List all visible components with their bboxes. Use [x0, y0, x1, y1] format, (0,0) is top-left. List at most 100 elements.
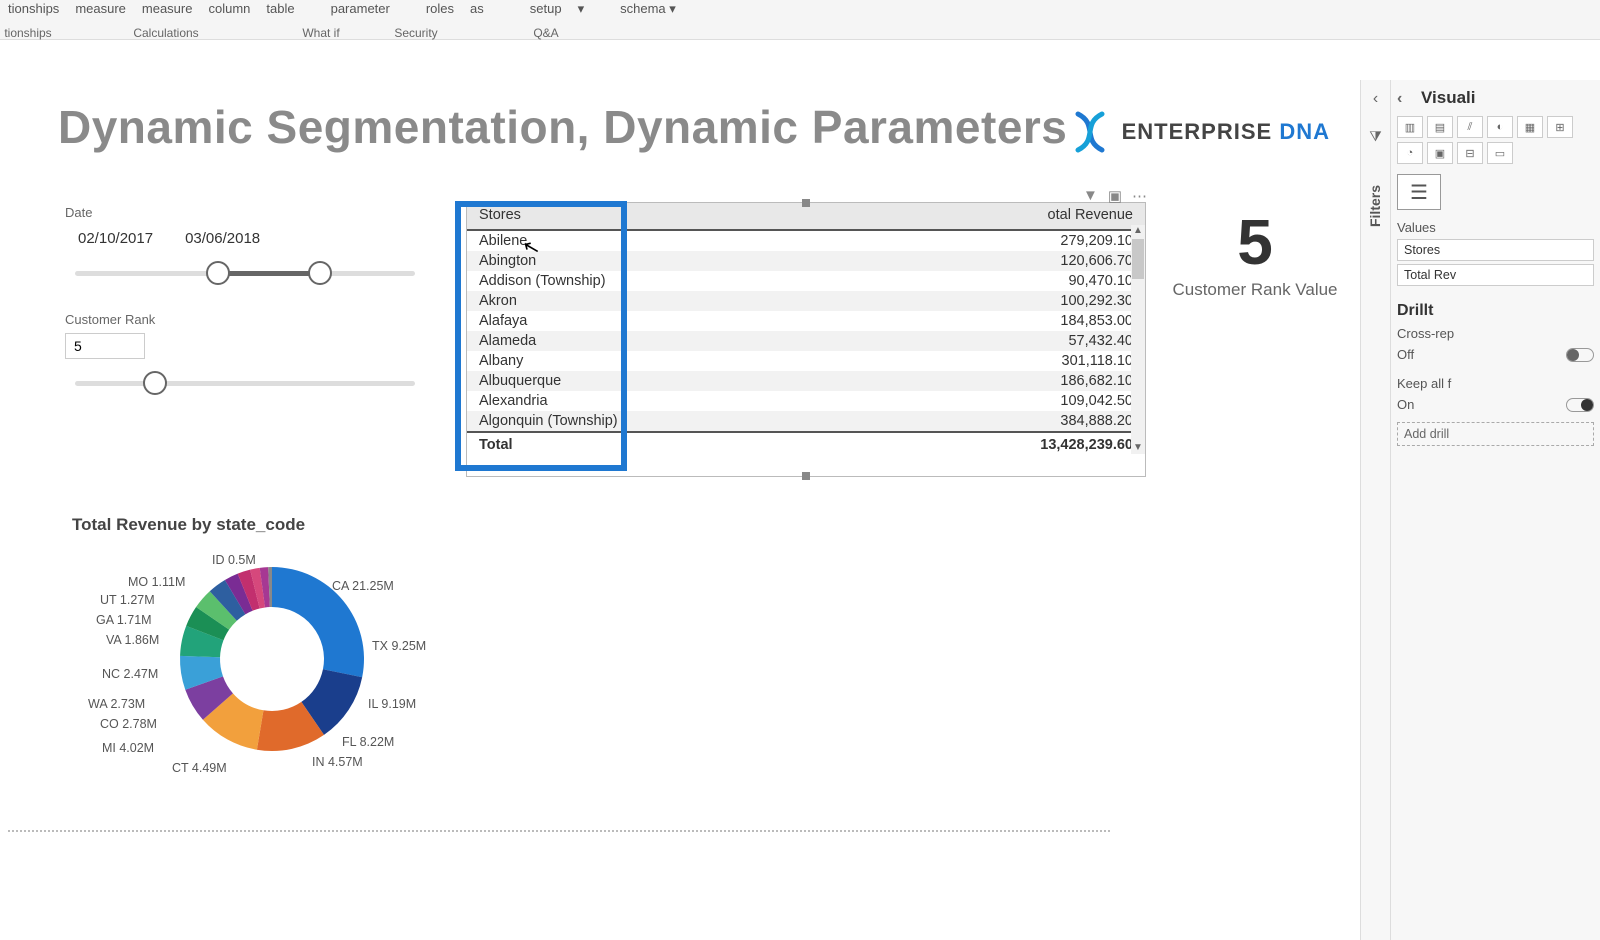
table-cell-store: Albuquerque: [467, 371, 862, 391]
ribbon-item[interactable]: setup: [522, 0, 570, 16]
toggle-off-label: Off: [1397, 347, 1414, 362]
table-cell-revenue: 184,853.00: [862, 311, 1145, 331]
drillthrough-title: Drillt: [1397, 302, 1594, 320]
viz-type-icon[interactable]: ◐: [1487, 116, 1513, 138]
table-header-stores[interactable]: Stores: [467, 203, 862, 230]
focus-mode-icon[interactable]: ▣: [1108, 187, 1122, 205]
ribbon-item[interactable]: measure: [134, 0, 201, 16]
add-drillthrough-well[interactable]: Add drill: [1397, 422, 1594, 446]
table-row[interactable]: Alameda57,432.40: [467, 331, 1145, 351]
right-panels: ‹ ⧩ Filters ‹ Visuali ▥ ▤ ⫽ ◐ ▦ ⊞ ◔ ▣ ⊟ …: [1360, 80, 1600, 940]
table-row[interactable]: Alafaya184,853.00: [467, 311, 1145, 331]
ribbon-item[interactable]: tionships: [0, 0, 67, 16]
visualizations-title: ‹ Visuali: [1397, 88, 1594, 108]
donut-visual[interactable]: Total Revenue by state_code CA 21.25M TX…: [72, 515, 412, 789]
scroll-thumb[interactable]: [1132, 239, 1144, 279]
visualizations-pane: ‹ Visuali ▥ ▤ ⫽ ◐ ▦ ⊞ ◔ ▣ ⊟ ▭ ☰ Values S…: [1391, 80, 1600, 940]
chevron-left-icon[interactable]: ‹: [1397, 90, 1402, 108]
table-cell-revenue: 109,042.50: [862, 391, 1145, 411]
viz-type-icon[interactable]: ▦: [1517, 116, 1543, 138]
date-slicer[interactable]: Date 02/10/2017 03/06/2018: [65, 205, 425, 276]
field-well-item[interactable]: Stores: [1397, 239, 1594, 261]
resize-handle[interactable]: [802, 472, 810, 480]
date-end[interactable]: 03/06/2018: [178, 226, 267, 251]
ribbon-item[interactable]: table: [258, 0, 302, 16]
ribbon-item[interactable]: column: [200, 0, 258, 16]
page-title: Dynamic Segmentation, Dynamic Parameters: [58, 100, 1067, 154]
report-canvas[interactable]: Dynamic Segmentation, Dynamic Parameters…: [0, 40, 1360, 900]
more-options-icon[interactable]: ⋯: [1132, 187, 1147, 205]
viz-type-icon[interactable]: ⊟: [1457, 142, 1483, 164]
rank-slicer[interactable]: Customer Rank 5: [65, 312, 425, 386]
field-well-item[interactable]: Total Rev: [1397, 264, 1594, 286]
brand-logo: ENTERPRISE DNA: [1068, 110, 1330, 154]
page-boundary: [8, 830, 1110, 832]
table-cell-revenue: 279,209.10: [862, 230, 1145, 251]
viz-type-icon[interactable]: ▭: [1487, 142, 1513, 164]
table-scrollbar[interactable]: ▲ ▼: [1131, 225, 1145, 454]
viz-type-icon[interactable]: ⫽: [1457, 116, 1483, 138]
donut-slice-label: IL 9.19M: [368, 697, 416, 711]
table-visual[interactable]: ▼ ▣ ⋯ Stores otal Revenue Abilene279,209…: [466, 202, 1146, 477]
rank-slider-track[interactable]: [75, 381, 415, 386]
table-cell-revenue: 57,432.40: [862, 331, 1145, 351]
donut-slice-label: CO 2.78M: [100, 717, 157, 731]
donut-slice-label: ID 0.5M: [212, 553, 256, 567]
table-header-revenue[interactable]: otal Revenue: [862, 203, 1145, 230]
table-cell-store: Alexandria: [467, 391, 862, 411]
table-row[interactable]: Albuquerque186,682.10: [467, 371, 1145, 391]
resize-handle[interactable]: [802, 199, 810, 207]
card-visual[interactable]: 5 Customer Rank Value: [1165, 210, 1345, 300]
table-cell-store: Alafaya: [467, 311, 862, 331]
filters-pane-collapsed[interactable]: ‹ ⧩ Filters: [1361, 80, 1391, 940]
table-cell-store: Akron: [467, 291, 862, 311]
viz-type-icon[interactable]: ▣: [1427, 142, 1453, 164]
table-row[interactable]: Alexandria109,042.50: [467, 391, 1145, 411]
cross-report-toggle[interactable]: [1566, 348, 1594, 362]
table-total-label: Total: [467, 432, 862, 455]
keep-filters-toggle[interactable]: [1566, 398, 1594, 412]
donut-slice-label: MO 1.11M: [128, 575, 185, 589]
table-row[interactable]: Abington120,606.70: [467, 251, 1145, 271]
donut-slice-label: WA 2.73M: [88, 697, 145, 711]
table-cell-store: Abilene: [467, 230, 862, 251]
chevron-left-icon[interactable]: ‹: [1361, 80, 1390, 118]
viz-type-icon[interactable]: ▥: [1397, 116, 1423, 138]
date-slider-handle-start[interactable]: [206, 261, 230, 285]
viz-type-icon[interactable]: ▤: [1427, 116, 1453, 138]
rank-slider-handle[interactable]: [143, 371, 167, 395]
table-cell-store: Abington: [467, 251, 862, 271]
scroll-up-icon[interactable]: ▲: [1133, 225, 1143, 237]
viz-type-icon[interactable]: ◔: [1397, 142, 1423, 164]
ribbon-item[interactable]: measure: [67, 0, 134, 16]
toggle-on-label: On: [1397, 397, 1414, 412]
date-slider-handle-end[interactable]: [308, 261, 332, 285]
table-cell-revenue: 186,682.10: [862, 371, 1145, 391]
donut-slice-label: VA 1.86M: [106, 633, 159, 647]
table-row[interactable]: Albany301,118.10: [467, 351, 1145, 371]
rank-input[interactable]: 5: [65, 333, 145, 359]
date-slider-track[interactable]: [75, 271, 415, 276]
fields-tab-icon[interactable]: ☰: [1397, 174, 1441, 210]
table-row[interactable]: Addison (Township)90,470.10: [467, 271, 1145, 291]
date-start[interactable]: 02/10/2017: [71, 226, 160, 251]
donut-slice-label: UT 1.27M: [100, 593, 155, 607]
ribbon-item[interactable]: parameter: [323, 0, 398, 16]
donut-slice-label: CA 21.25M: [332, 579, 394, 593]
ribbon-dropdown-icon[interactable]: ▾: [570, 0, 593, 16]
viz-type-icon[interactable]: ⊞: [1547, 116, 1573, 138]
table-row[interactable]: Abilene279,209.10: [467, 230, 1145, 251]
table-row[interactable]: Akron100,292.30: [467, 291, 1145, 311]
funnel-icon[interactable]: ⧩: [1361, 118, 1390, 155]
scroll-down-icon[interactable]: ▼: [1133, 442, 1143, 454]
table-row[interactable]: Algonquin (Township)384,888.20: [467, 411, 1145, 432]
rank-label: Customer Rank: [65, 312, 425, 327]
date-label: Date: [65, 205, 425, 220]
table-cell-revenue: 90,470.10: [862, 271, 1145, 291]
ribbon-item[interactable]: as: [462, 0, 492, 16]
ribbon: tionships measure measure column table p…: [0, 0, 1600, 40]
ribbon-item[interactable]: roles: [418, 0, 462, 16]
ribbon-item[interactable]: schema ▾: [612, 0, 684, 16]
table-cell-revenue: 301,118.10: [862, 351, 1145, 371]
filter-icon[interactable]: ▼: [1083, 187, 1098, 205]
